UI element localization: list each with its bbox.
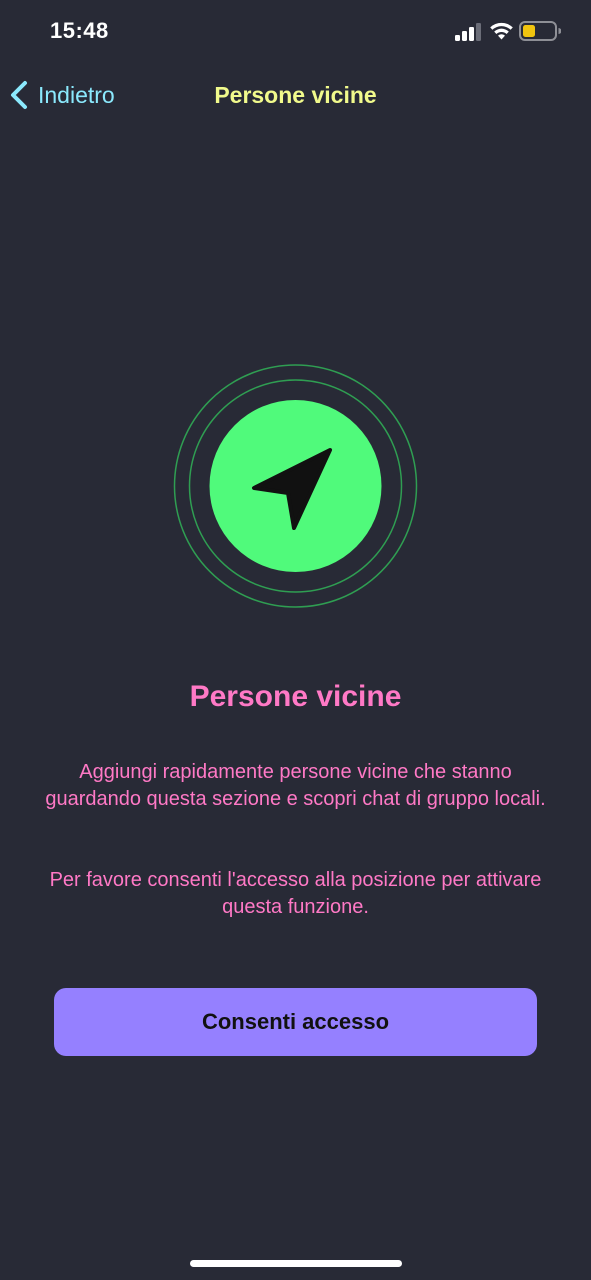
permission-note: Per favore consenti l'accesso alla posiz… bbox=[49, 869, 542, 918]
description-text: Aggiungi rapidamente persone vicine che … bbox=[45, 761, 546, 810]
status-time: 15:48 bbox=[50, 18, 109, 43]
allow-access-button[interactable]: Consenti accesso bbox=[54, 988, 537, 1056]
nav-title: Persone vicine bbox=[214, 82, 377, 108]
wifi-icon bbox=[490, 22, 513, 40]
battery-icon bbox=[519, 21, 561, 41]
navigation-bar: Indietro Persone vicine bbox=[0, 70, 591, 120]
status-bar: 15:48 bbox=[0, 0, 591, 60]
cellular-signal-icon bbox=[455, 23, 481, 41]
allow-access-label: Consenti accesso bbox=[201, 1009, 390, 1034]
location-arrow-icon bbox=[173, 364, 418, 608]
home-indicator[interactable] bbox=[190, 1260, 402, 1267]
content-title: Persone vicine bbox=[189, 680, 402, 713]
